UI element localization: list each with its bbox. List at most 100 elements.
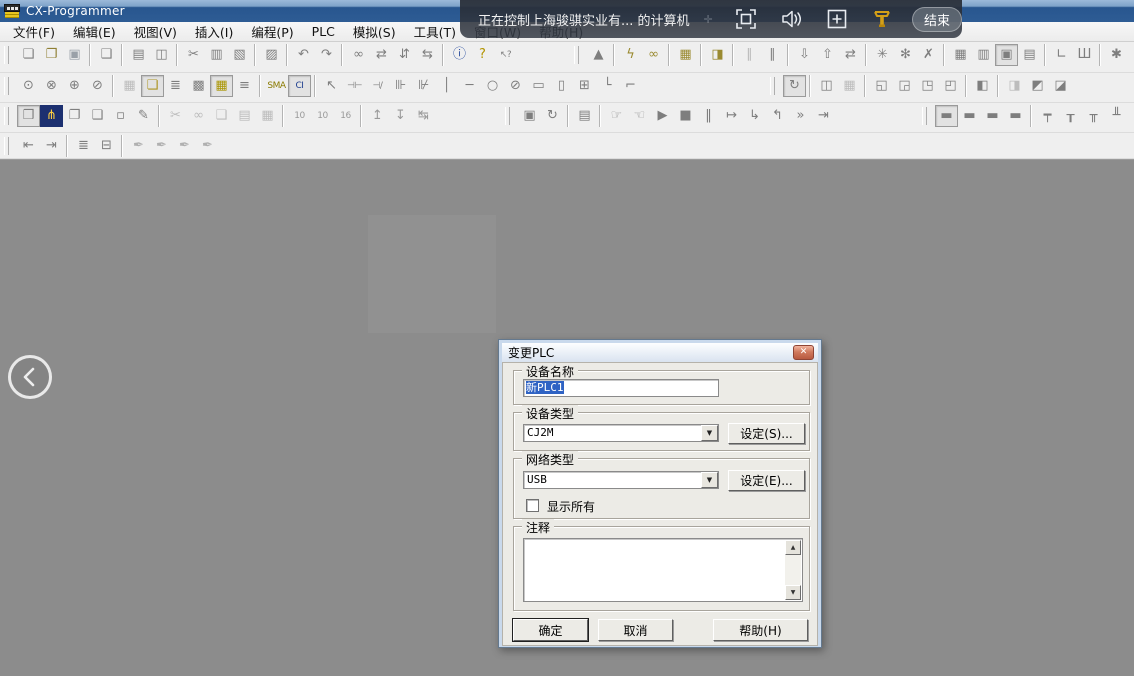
network-node-3-icon[interactable]: ▬ bbox=[981, 105, 1004, 127]
set-value-icon[interactable]: ◰ bbox=[939, 75, 962, 97]
cancel-button[interactable]: 取消 bbox=[598, 619, 673, 641]
menu-item-tools[interactable]: 工具(T) bbox=[405, 20, 465, 43]
volume-icon[interactable] bbox=[780, 6, 804, 32]
force-on-icon[interactable]: ◱ bbox=[870, 75, 893, 97]
float-window-icon[interactable]: ▫ bbox=[109, 105, 132, 127]
paste-icon[interactable]: ▧ bbox=[228, 44, 251, 66]
radix-decimal-icon[interactable]: 10 bbox=[288, 105, 311, 127]
menu-item-view[interactable]: 视图(V) bbox=[125, 20, 186, 43]
go-to-input-icon[interactable]: ↥ bbox=[366, 105, 389, 127]
device-type-settings-button[interactable]: 设定(S)... bbox=[728, 423, 805, 444]
transfer-to-plc-icon[interactable]: ⇩ bbox=[793, 44, 816, 66]
hold-scan-icon[interactable]: ☞ bbox=[605, 105, 628, 127]
watch-window-icon[interactable]: ≣ bbox=[164, 75, 187, 97]
instruction-nc-icon[interactable]: ▯ bbox=[550, 75, 573, 97]
output-list-icon[interactable]: ⊟ bbox=[95, 135, 118, 157]
help-topics-icon[interactable]: ? bbox=[471, 44, 494, 66]
chevron-down-icon[interactable]: ▼ bbox=[701, 472, 718, 488]
zoom-tool-icon[interactable]: ⊙ bbox=[17, 75, 40, 97]
go-to-output-icon[interactable]: ↧ bbox=[389, 105, 412, 127]
device-name-input[interactable]: 新PLC1 bbox=[523, 379, 719, 397]
diff-mode-icon[interactable]: ✱ bbox=[1105, 44, 1128, 66]
monitor-window-1-icon[interactable]: ◨ bbox=[1003, 75, 1026, 97]
mark-clear-icon[interactable]: ✒ bbox=[196, 135, 219, 157]
about-info-icon[interactable]: ⓘ bbox=[448, 44, 471, 66]
cut-icon[interactable]: ✂ bbox=[182, 44, 205, 66]
transfer-from-plc-icon[interactable]: ⇧ bbox=[816, 44, 839, 66]
simulator-options-icon[interactable]: ▤ bbox=[573, 105, 596, 127]
print-preview-icon[interactable]: ◫ bbox=[150, 44, 173, 66]
block-list-icon[interactable]: ≣ bbox=[72, 135, 95, 157]
new-file-icon[interactable]: ❏ bbox=[17, 44, 40, 66]
data-trace-icon[interactable]: ▤ bbox=[1018, 44, 1041, 66]
ok-button[interactable]: 确定 bbox=[513, 619, 588, 641]
step-run-icon[interactable]: ↦ bbox=[720, 105, 743, 127]
close-icon[interactable]: ✕ bbox=[793, 345, 814, 360]
network-tree-4-icon[interactable]: ╨ bbox=[1105, 105, 1128, 127]
indent-rung-icon[interactable]: ⇥ bbox=[40, 135, 63, 157]
function-block-icon[interactable]: ⊞ bbox=[573, 75, 596, 97]
network-type-dropdown[interactable]: USB ▼ bbox=[523, 471, 719, 489]
copy-icon[interactable]: ▥ bbox=[205, 44, 228, 66]
network-node-2-icon[interactable]: ▬ bbox=[958, 105, 981, 127]
contact-or-no-icon[interactable]: ⊪ bbox=[389, 75, 412, 97]
monitor-window-3-icon[interactable]: ◪ bbox=[1049, 75, 1072, 97]
section-refresh-icon[interactable]: ↻ bbox=[783, 75, 806, 97]
fullscreen-icon[interactable] bbox=[735, 6, 758, 32]
select-tool-icon[interactable]: ↖ bbox=[320, 75, 343, 97]
force-set-bit-icon[interactable]: ∟ bbox=[1050, 44, 1073, 66]
back-button[interactable] bbox=[8, 355, 52, 399]
delete-rung-icon[interactable]: ✂ bbox=[164, 105, 187, 127]
zoom-out-icon[interactable]: ⊗ bbox=[40, 75, 63, 97]
symbol-table-icon[interactable]: ≡ bbox=[233, 75, 256, 97]
network-tree-5-icon[interactable]: ╫ bbox=[1128, 105, 1134, 127]
program-layers-icon[interactable]: ◫ bbox=[815, 75, 838, 97]
outdent-rung-icon[interactable]: ⇤ bbox=[17, 135, 40, 157]
pause-monitor-icon[interactable]: ∥ bbox=[738, 44, 761, 66]
contact-no-icon[interactable]: ⊣⊢ bbox=[343, 75, 366, 97]
run-to-end-icon[interactable]: ⇥ bbox=[812, 105, 835, 127]
simulator-online-icon[interactable]: ▲ bbox=[587, 44, 610, 66]
sim-run-icon[interactable]: ▶ bbox=[651, 105, 674, 127]
window-link-icon[interactable]: ❑ bbox=[86, 105, 109, 127]
usb-online-icon[interactable]: ◨ bbox=[706, 44, 729, 66]
pulse-trace-icon[interactable]: Ш bbox=[1073, 44, 1096, 66]
instruction-icon[interactable]: ▭ bbox=[527, 75, 550, 97]
coil-icon[interactable]: ○ bbox=[481, 75, 504, 97]
network-tree-1-icon[interactable]: ┯ bbox=[1036, 105, 1059, 127]
device-type-dropdown[interactable]: CJ2M ▼ bbox=[523, 424, 719, 442]
properties-icon[interactable]: ✎ bbox=[132, 105, 155, 127]
io-comment-icon[interactable]: ▥ bbox=[972, 44, 995, 66]
force-cancel-icon[interactable]: ◳ bbox=[916, 75, 939, 97]
step-in-icon[interactable]: ↳ bbox=[743, 105, 766, 127]
ladder-view-icon[interactable]: CI bbox=[288, 75, 311, 97]
online-edit-icon[interactable]: ✳ bbox=[871, 44, 894, 66]
menu-item-program[interactable]: 编程(P) bbox=[242, 20, 302, 43]
horizontal-line-icon[interactable]: ─ bbox=[458, 75, 481, 97]
sim-pause-icon[interactable]: ‖ bbox=[697, 105, 720, 127]
undo-icon[interactable]: ↶ bbox=[292, 44, 315, 66]
contact-or-nc-icon[interactable]: ⊮ bbox=[412, 75, 435, 97]
radix-signed-decimal-icon[interactable]: 10 bbox=[311, 105, 334, 127]
change-all-icon[interactable]: ⇆ bbox=[416, 44, 439, 66]
sim-stop-icon[interactable]: ■ bbox=[674, 105, 697, 127]
calendar-settings-icon[interactable]: ▦ bbox=[838, 75, 861, 97]
mark-set-icon[interactable]: ✒ bbox=[127, 135, 150, 157]
address-reference-icon[interactable]: ◧ bbox=[971, 75, 994, 97]
memory-view-icon[interactable]: ▣ bbox=[995, 44, 1018, 66]
mnemonic-view-icon[interactable]: SMA bbox=[265, 75, 288, 97]
vertical-line-icon[interactable]: │ bbox=[435, 75, 458, 97]
compile-check-icon[interactable]: ❑ bbox=[95, 44, 118, 66]
redo-icon[interactable]: ↷ bbox=[315, 44, 338, 66]
comment-scrollbar[interactable]: ▲ ▼ bbox=[785, 540, 801, 600]
comment-textarea[interactable]: ▲ ▼ bbox=[523, 538, 803, 602]
print-icon[interactable]: ▤ bbox=[127, 44, 150, 66]
radix-hex-icon[interactable]: 16 bbox=[334, 105, 357, 127]
line-delete-icon[interactable]: ⌐ bbox=[619, 75, 642, 97]
release-scan-icon[interactable]: ☜ bbox=[628, 105, 651, 127]
io-table-icon[interactable]: ▦ bbox=[949, 44, 972, 66]
show-values-icon[interactable]: ▦ bbox=[256, 105, 279, 127]
rung-wrap-icon[interactable]: ∞ bbox=[187, 105, 210, 127]
zoom-in-icon[interactable]: ⊕ bbox=[63, 75, 86, 97]
toggle-grid-icon[interactable]: ▦ bbox=[118, 75, 141, 97]
